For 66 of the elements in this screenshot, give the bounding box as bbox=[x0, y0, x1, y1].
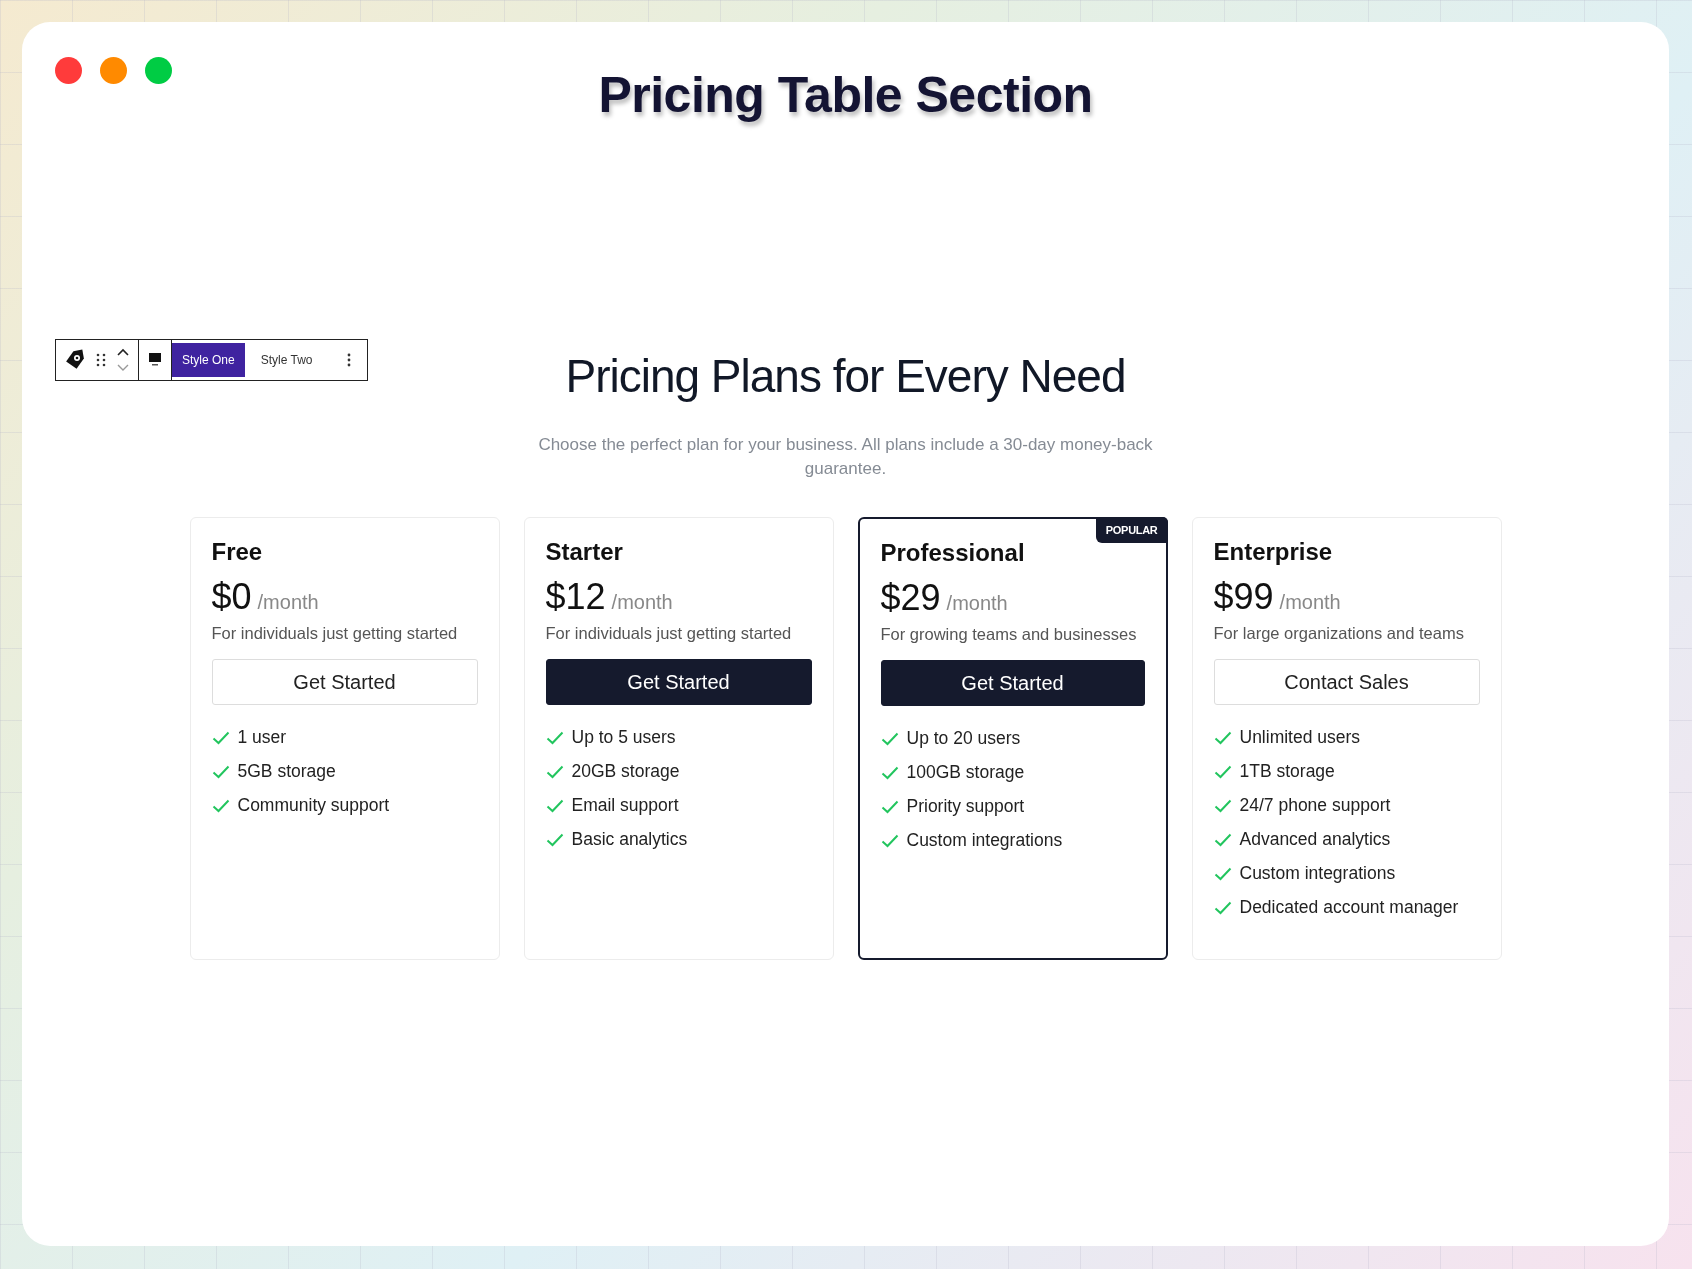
billing-period: /month bbox=[257, 591, 319, 614]
popular-badge: POPULAR bbox=[1095, 517, 1168, 543]
feature-text: 5GB storage bbox=[237, 761, 336, 782]
feature-text: Basic analytics bbox=[571, 829, 688, 850]
feature-text: Community support bbox=[237, 795, 390, 816]
feature-text: Email support bbox=[571, 795, 679, 816]
billing-period: /month bbox=[611, 591, 673, 614]
feature-text: Advanced analytics bbox=[1239, 829, 1391, 850]
feature-text: Priority support bbox=[906, 796, 1025, 817]
move-arrows-icon[interactable] bbox=[116, 347, 130, 373]
feature-text: Unlimited users bbox=[1239, 727, 1361, 748]
plan-description: For large organizations and teams bbox=[1213, 624, 1465, 643]
feature-text: Up to 5 users bbox=[571, 727, 676, 748]
plan-price: $0 bbox=[211, 576, 252, 618]
check-icon bbox=[545, 730, 564, 745]
check-icon bbox=[211, 730, 230, 745]
feature-text: Dedicated account manager bbox=[1239, 897, 1459, 918]
feature-text: Up to 20 users bbox=[906, 728, 1021, 749]
feature-text: 24/7 phone support bbox=[1239, 795, 1391, 816]
check-icon bbox=[880, 731, 899, 746]
billing-period: /month bbox=[946, 592, 1008, 615]
get-started-button[interactable]: Get Started bbox=[880, 660, 1145, 706]
plan-price: $29 bbox=[880, 577, 941, 619]
feature-text: 1 user bbox=[237, 727, 287, 748]
plan-name: Enterprise bbox=[1213, 538, 1334, 566]
plan-name: Professional bbox=[880, 539, 1026, 567]
check-icon bbox=[880, 833, 899, 848]
check-icon bbox=[545, 798, 564, 813]
plan-price: $12 bbox=[545, 576, 606, 618]
plan-button[interactable]: Get Started bbox=[211, 659, 478, 705]
check-icon bbox=[545, 832, 564, 847]
check-icon bbox=[880, 799, 899, 814]
feature-text: 1TB storage bbox=[1239, 761, 1335, 782]
check-icon bbox=[1213, 764, 1232, 779]
check-icon bbox=[1213, 798, 1232, 813]
check-icon bbox=[1213, 832, 1232, 847]
check-icon bbox=[880, 765, 899, 780]
check-icon bbox=[1213, 900, 1232, 915]
desktop-icon[interactable] bbox=[147, 352, 163, 368]
feature-text: Custom integrations bbox=[1239, 863, 1396, 884]
check-icon bbox=[545, 764, 564, 779]
plan-name: Starter bbox=[545, 538, 624, 566]
check-icon bbox=[1213, 866, 1232, 881]
check-icon bbox=[1213, 730, 1232, 745]
more-options-icon[interactable] bbox=[346, 353, 351, 367]
feature-text: 20GB storage bbox=[571, 761, 680, 782]
plan-name: Free bbox=[211, 538, 264, 566]
tag-icon[interactable] bbox=[64, 349, 86, 371]
billing-period: /month bbox=[1279, 591, 1341, 614]
plan-description: For individuals just getting started bbox=[211, 624, 459, 643]
feature-text: Custom integrations bbox=[906, 830, 1063, 851]
plan-button[interactable]: Contact Sales bbox=[1213, 659, 1480, 705]
plan-price: $99 bbox=[1213, 576, 1274, 618]
check-icon bbox=[211, 798, 230, 813]
section-heading: Pricing Plans for Every Need bbox=[565, 349, 1126, 403]
get-started-button[interactable]: Get Started bbox=[545, 659, 812, 705]
style-tab[interactable]: Style Two bbox=[250, 343, 323, 377]
drag-handle-icon[interactable] bbox=[96, 353, 106, 367]
section-subtitle: Choose the perfect plan for your business. All plans include a 30-day money-back guarantee. bbox=[537, 434, 1154, 480]
feature-text: 100GB storage bbox=[906, 762, 1025, 783]
window-title: Pricing Table Section bbox=[598, 66, 1093, 124]
check-icon bbox=[211, 764, 230, 779]
style-tab[interactable]: Style One bbox=[172, 343, 245, 377]
plan-description: For individuals just getting started bbox=[545, 624, 793, 643]
plan-description: For growing teams and businesses bbox=[880, 625, 1138, 644]
window-control[interactable] bbox=[55, 57, 82, 84]
